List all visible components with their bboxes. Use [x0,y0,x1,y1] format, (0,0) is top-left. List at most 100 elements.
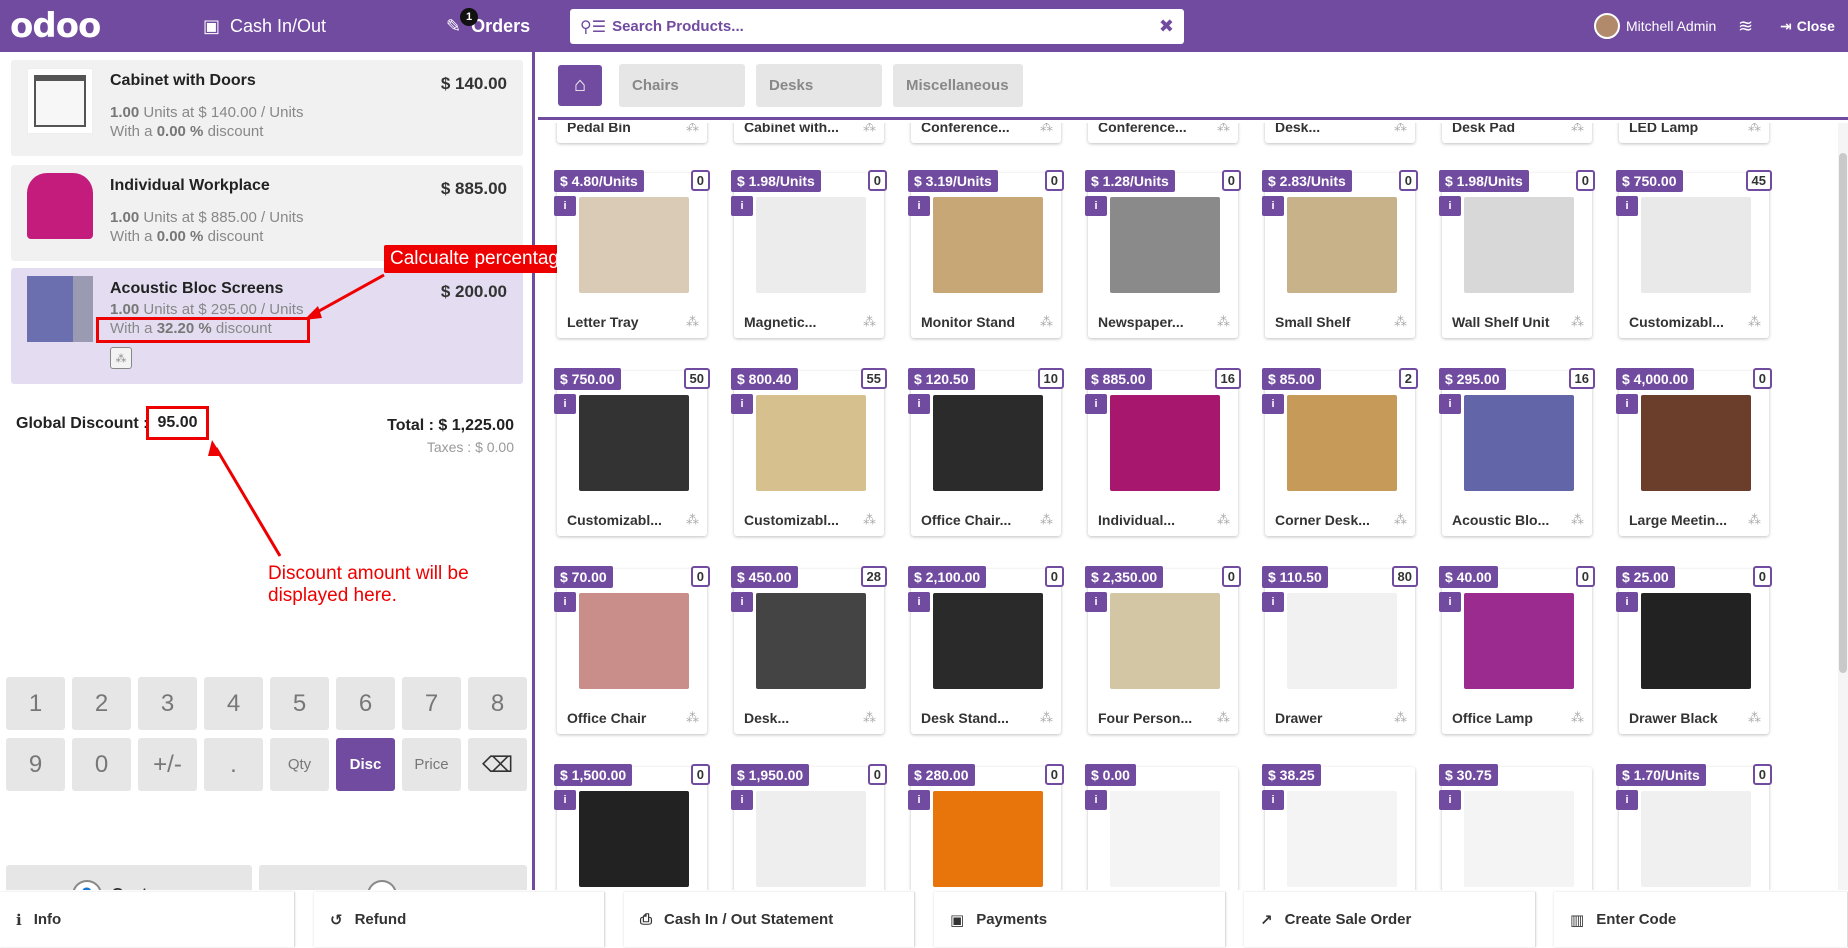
home-icon[interactable]: ⌂ [558,65,602,106]
numpad-key-decimal[interactable]: . [204,738,263,791]
numpad-key-3[interactable]: 3 [138,677,197,730]
info-icon[interactable]: i [1085,196,1107,216]
product-card[interactable]: $ 1.70/Units 0 i [1616,764,1772,890]
info-button[interactable]: ℹ Info [0,892,295,947]
info-icon[interactable]: i [1262,592,1284,612]
scrollbar[interactable] [1838,123,1848,890]
info-icon[interactable]: i [554,592,576,612]
product-card[interactable]: $ 1,500.00 0 i [554,764,710,890]
info-icon[interactable]: i [1085,592,1107,612]
info-icon[interactable]: i [908,196,930,216]
product-card[interactable]: $ 2,100.00 0 i Desk Stand... ⁂ [908,566,1064,734]
cash-statement-button[interactable]: ⎙ Cash In / Out Statement [624,892,915,947]
product-card[interactable]: $ 0.00 i [1085,764,1238,890]
info-icon[interactable]: i [1616,790,1638,810]
category-miscellaneous[interactable]: Miscellaneous [893,64,1023,107]
product-card[interactable]: $ 85.00 2 i Corner Desk... ⁂ [1262,368,1418,536]
info-icon[interactable]: i [1439,790,1461,810]
stock-qty-badge: 0 [690,764,710,785]
product-card[interactable]: $ 25.00 0 i Drawer Black ⁂ [1616,566,1772,734]
create-sale-order-button[interactable]: ↗ Create Sale Order [1244,892,1536,947]
qty-mode-button[interactable]: Qty [270,738,329,791]
enter-code-button[interactable]: ▥ Enter Code [1554,892,1848,947]
info-icon[interactable]: i [908,394,930,414]
info-icon[interactable]: i [554,196,576,216]
info-icon[interactable]: i [908,790,930,810]
info-icon[interactable]: i [1439,196,1461,216]
info-icon[interactable]: i [1439,592,1461,612]
info-icon[interactable]: i [1616,394,1638,414]
cash-in-out-button[interactable]: ▣ Cash In/Out [203,0,326,52]
product-card[interactable]: Conference... ⁂ [1088,123,1238,143]
product-card[interactable]: $ 885.00 16 i Individual... ⁂ [1085,368,1241,536]
info-icon[interactable]: i [1262,394,1284,414]
clear-search-icon[interactable]: ✖ [1159,16,1174,37]
user-menu[interactable]: Mitchell Admin [1594,0,1716,52]
product-card[interactable]: Pedal Bin ⁂ [557,123,707,143]
payments-button[interactable]: ▣ Payments [934,892,1226,947]
numpad-key-9[interactable]: 9 [6,738,65,791]
info-icon[interactable]: i [1616,196,1638,216]
numpad-key-plus-minus[interactable]: +/- [138,738,197,791]
close-button[interactable]: ⇥ Close [1780,0,1835,52]
info-icon[interactable]: i [1085,790,1107,810]
refund-button[interactable]: ↺ Refund [314,892,605,947]
category-chairs[interactable]: Chairs [619,64,745,107]
backspace-icon[interactable]: ⌫ [468,738,527,791]
numpad-key-2[interactable]: 2 [72,677,131,730]
product-card[interactable]: $ 40.00 0 i Office Lamp ⁂ [1439,566,1595,734]
product-card[interactable]: $ 450.00 28 i Desk... ⁂ [731,566,887,734]
product-card[interactable]: $ 110.50 80 i Drawer ⁂ [1262,566,1418,734]
product-card[interactable]: $ 800.40 55 i Customizabl... ⁂ [731,368,887,536]
numpad-key-8[interactable]: 8 [468,677,527,730]
product-card[interactable]: LED Lamp ⁂ [1619,123,1769,143]
product-card[interactable]: $ 120.50 10 i Office Chair... ⁂ [908,368,1064,536]
info-icon[interactable]: i [1262,790,1284,810]
info-icon[interactable]: i [1439,394,1461,414]
product-card[interactable]: $ 750.00 45 i Customizabl... ⁂ [1616,170,1772,338]
product-card[interactable]: Cabinet with... ⁂ [734,123,884,143]
search-input[interactable] [612,18,1159,35]
price-mode-button[interactable]: Price [402,738,461,791]
product-card[interactable]: $ 295.00 16 i Acoustic Blo... ⁂ [1439,368,1595,536]
info-icon[interactable]: i [731,196,753,216]
product-card[interactable]: $ 38.25 i [1262,764,1415,890]
info-icon[interactable]: i [1262,196,1284,216]
orders-button[interactable]: ✎ 1 Orders [446,0,530,52]
info-icon[interactable]: i [554,790,576,810]
info-icon[interactable]: i [554,394,576,414]
numpad-key-4[interactable]: 4 [204,677,263,730]
product-card[interactable]: $ 750.00 50 i Customizabl... ⁂ [554,368,710,536]
product-card[interactable]: $ 1.28/Units 0 i Newspaper... ⁂ [1085,170,1241,338]
numpad-key-7[interactable]: 7 [402,677,461,730]
product-card[interactable]: Conference... ⁂ [911,123,1061,143]
info-icon[interactable]: i [731,394,753,414]
numpad-key-6[interactable]: 6 [336,677,395,730]
numpad-key-1[interactable]: 1 [6,677,65,730]
scrollbar-thumb[interactable] [1839,153,1847,673]
product-card[interactable]: $ 1.98/Units 0 i Magnetic... ⁂ [731,170,887,338]
product-card[interactable]: $ 2,350.00 0 i Four Person... ⁂ [1085,566,1241,734]
product-card[interactable]: $ 4.80/Units 0 i Letter Tray ⁂ [554,170,710,338]
info-icon[interactable]: i [1085,394,1107,414]
product-card[interactable]: $ 3.19/Units 0 i Monitor Stand ⁂ [908,170,1064,338]
product-card[interactable]: $ 2.83/Units 0 i Small Shelf ⁂ [1262,170,1418,338]
disc-mode-button[interactable]: Disc [336,738,395,791]
info-icon[interactable]: i [731,790,753,810]
product-card[interactable]: $ 1.98/Units 0 i Wall Shelf Unit ⁂ [1439,170,1595,338]
info-icon[interactable]: i [908,592,930,612]
info-icon[interactable]: i [731,592,753,612]
product-card[interactable]: Desk Pad ⁂ [1442,123,1592,143]
product-card[interactable]: $ 70.00 0 i Office Chair ⁂ [554,566,710,734]
product-card[interactable]: $ 30.75 i [1439,764,1592,890]
product-card[interactable]: $ 4,000.00 0 i Large Meetin... ⁂ [1616,368,1772,536]
product-card[interactable]: Desk... ⁂ [1265,123,1415,143]
info-icon[interactable]: i [1616,592,1638,612]
product-card[interactable]: $ 280.00 0 i [908,764,1064,890]
combo-icon[interactable]: ⁂ [110,347,132,369]
product-card[interactable]: $ 1,950.00 0 i [731,764,887,890]
category-desks[interactable]: Desks [756,64,882,107]
numpad-key-5[interactable]: 5 [270,677,329,730]
orderline[interactable]: Cabinet with Doors $ 140.00 1.00 Units a… [11,60,523,156]
numpad-key-0[interactable]: 0 [72,738,131,791]
